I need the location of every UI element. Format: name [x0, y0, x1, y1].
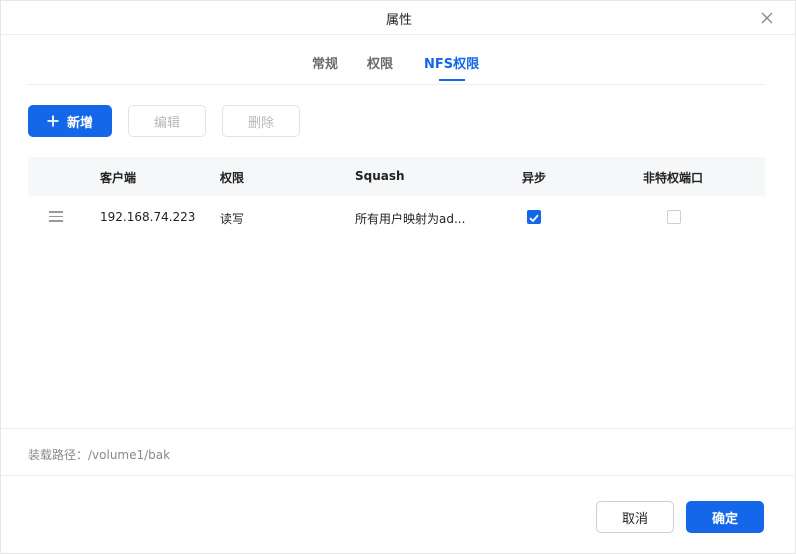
dialog-title: 属性	[385, 13, 412, 28]
cell-client: 192.168.74.223	[100, 210, 196, 224]
cell-permission: 读写	[220, 212, 245, 226]
cancel-button[interactable]: 取消	[596, 501, 674, 533]
drag-handle-icon[interactable]	[49, 211, 63, 222]
add-button-label: 新增	[66, 115, 93, 131]
column-header-permission[interactable]: 权限	[220, 169, 244, 186]
table-row[interactable]: 192.168.74.223 读写 所有用户映射为ad...	[28, 197, 765, 237]
column-header-non-privileged-port[interactable]: 非特权端口	[643, 169, 703, 186]
checkmark-icon	[529, 214, 539, 223]
tab-bar: 常规 权限 NFS权限	[28, 37, 765, 85]
column-header-client[interactable]: 客户端	[100, 169, 136, 186]
edit-button[interactable]: 编辑	[128, 105, 206, 137]
cell-squash: 所有用户映射为ad...	[355, 212, 466, 226]
tab-general[interactable]: 常规	[312, 53, 338, 72]
tab-permissions[interactable]: 权限	[367, 53, 393, 72]
mount-path-text: 装载路径：/volume1/bak	[28, 448, 171, 462]
mount-path-bar: 装载路径：/volume1/bak	[1, 428, 796, 476]
async-checkbox[interactable]	[527, 210, 541, 224]
column-header-squash[interactable]: Squash	[355, 169, 405, 183]
nfs-properties-dialog: 属性 常规 权限 NFS权限 新增 编辑 删除 客户端 权限 Squash 异步…	[0, 0, 796, 554]
delete-button[interactable]: 删除	[222, 105, 300, 137]
tab-nfs-permissions[interactable]: NFS权限	[424, 53, 479, 72]
non-privileged-port-checkbox[interactable]	[667, 210, 681, 224]
close-icon[interactable]	[759, 10, 775, 26]
add-button[interactable]: 新增	[28, 105, 112, 137]
active-tab-indicator	[439, 79, 465, 81]
column-header-async[interactable]: 异步	[522, 169, 546, 186]
table-header: 客户端 权限 Squash 异步 非特权端口	[28, 157, 765, 196]
plus-icon	[47, 115, 59, 127]
ok-button[interactable]: 确定	[686, 501, 764, 533]
dialog-titlebar: 属性	[1, 1, 796, 35]
